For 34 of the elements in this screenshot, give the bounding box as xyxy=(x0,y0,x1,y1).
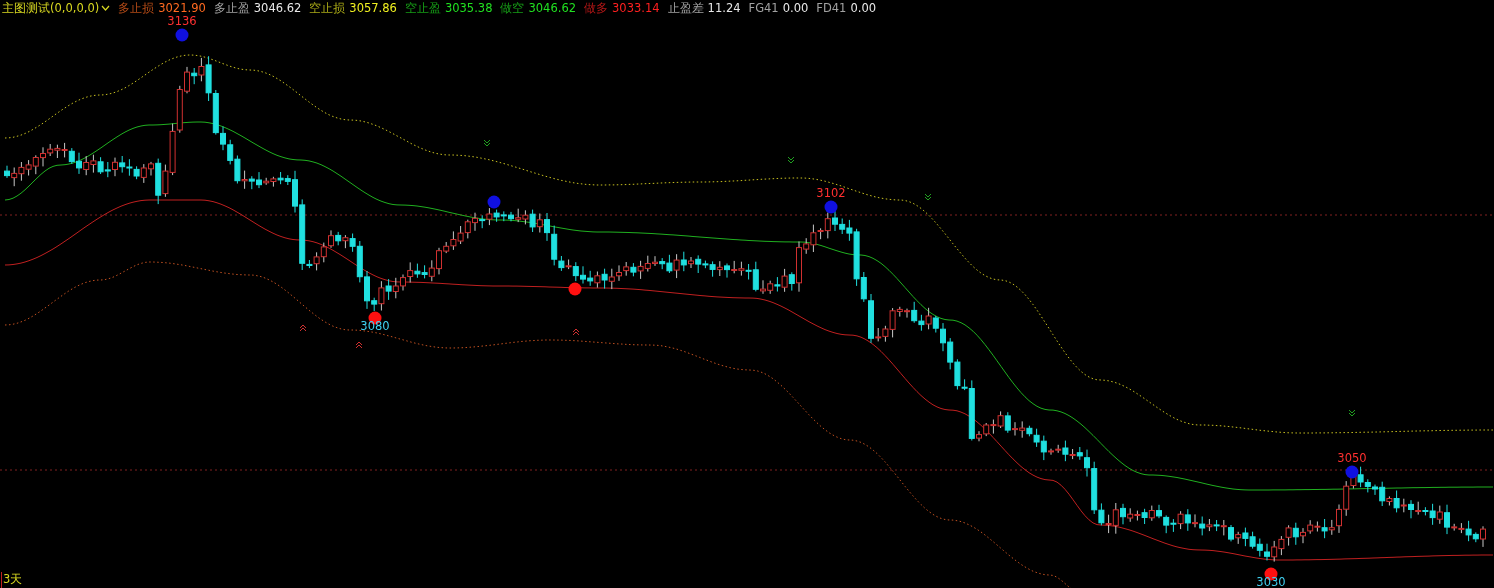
indicator-label: 空止盈 xyxy=(404,0,441,16)
price-label: 3050 xyxy=(1337,451,1367,465)
price-label: 3080 xyxy=(360,319,390,333)
indicator-label: 空止损 xyxy=(309,0,346,16)
marker-line xyxy=(1,571,2,588)
indicator-value: 3057.86 xyxy=(349,0,397,16)
indicator-value: 3046.62 xyxy=(253,0,302,16)
indicator-value: 3021.90 xyxy=(158,0,206,16)
double-chevron-up-icon xyxy=(572,328,580,336)
indicator-label: FG41 xyxy=(748,0,779,16)
double-chevron-up-icon xyxy=(299,324,307,332)
indicator-label: 做多 xyxy=(584,0,609,16)
price-label: 3030 xyxy=(1256,575,1286,588)
double-chevron-up-icon xyxy=(355,341,363,349)
price-label: 3102 xyxy=(816,186,846,200)
indicator-value: 3035.38 xyxy=(444,0,493,16)
indicator-label: 多止损 xyxy=(118,0,155,16)
double-chevron-down-icon xyxy=(787,156,795,164)
indicator-title: 主图测试(0,0,0,0) xyxy=(2,0,100,16)
indicator-label: FD41 xyxy=(816,0,847,16)
price-label: 3136 xyxy=(167,16,197,28)
indicator-label: 做空 xyxy=(500,0,525,16)
indicator-label: 止盈差 xyxy=(667,0,704,16)
indicator-label: 多止盈 xyxy=(213,0,250,16)
double-chevron-down-icon xyxy=(1348,409,1356,417)
indicator-value: 0.00 xyxy=(782,0,809,16)
indicator-value: 3033.14 xyxy=(612,0,660,16)
indicator-value: 3046.62 xyxy=(528,0,577,16)
double-chevron-down-icon xyxy=(924,193,932,201)
indicator-value: 11.24 xyxy=(707,0,741,16)
chevron-down-icon[interactable] xyxy=(101,5,111,11)
period-label: 3天 xyxy=(3,572,23,586)
indicator-value: 0.00 xyxy=(850,0,877,16)
double-chevron-down-icon xyxy=(483,139,491,147)
